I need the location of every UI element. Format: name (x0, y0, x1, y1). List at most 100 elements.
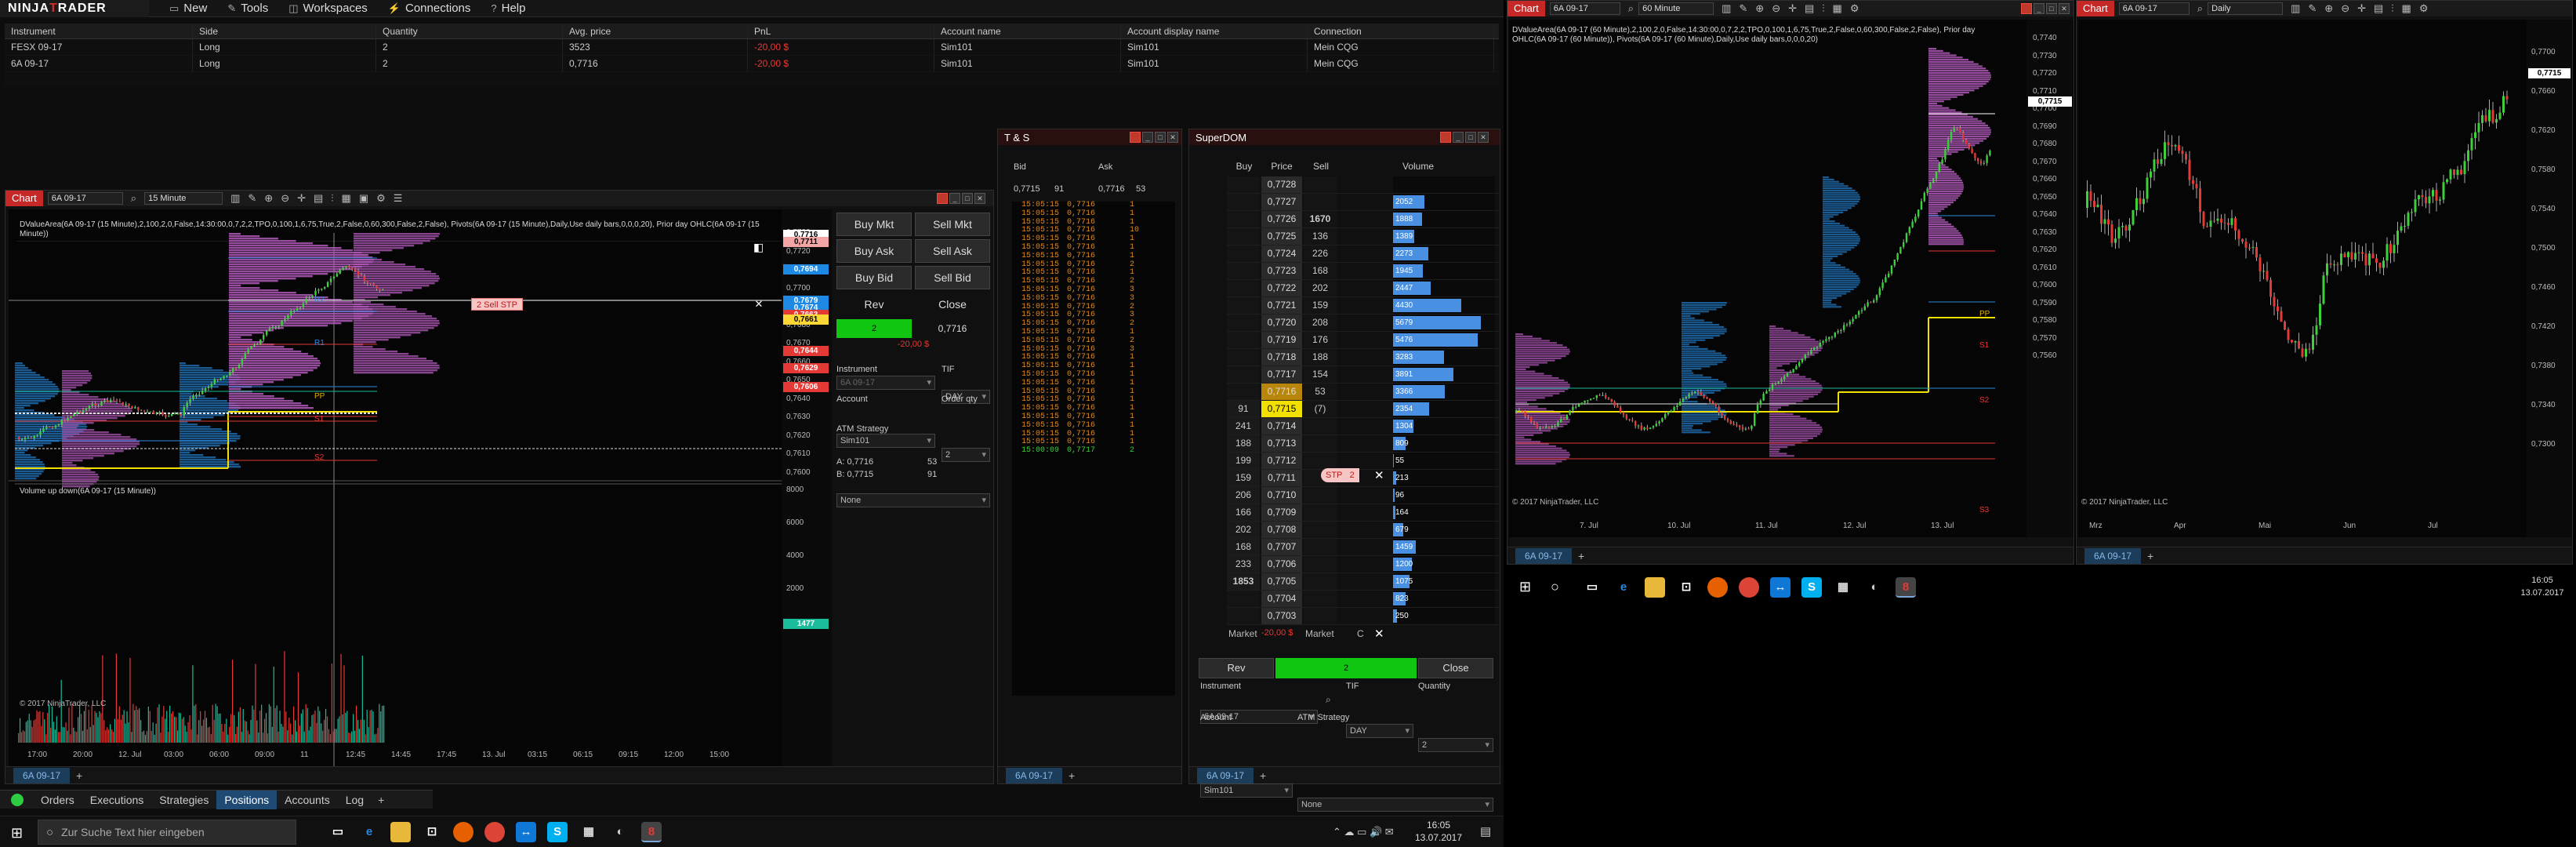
table-row[interactable]: FESX 09-17 Long 2 3523 -20,00 $ Sim101 Sim101 M… (5, 39, 1499, 56)
search-icon[interactable]: ⌕ (2197, 2, 2203, 15)
dom-tif-select[interactable]: DAY (1346, 724, 1413, 738)
buy-market-button[interactable]: Buy Mkt (836, 213, 912, 236)
dom-account-select[interactable]: Sim101 (1200, 783, 1293, 798)
dom-price-cell[interactable]: 0,7708 (1261, 522, 1302, 538)
zoom-in-icon[interactable]: ⊕ (264, 192, 273, 205)
dom-buy-cell[interactable] (1227, 349, 1260, 365)
search-icon[interactable]: ⌕ (1628, 2, 1634, 15)
dom-price-cell[interactable]: 0,7710 (1261, 487, 1302, 503)
draw-icon[interactable]: ✎ (248, 192, 256, 205)
reverse-button[interactable]: Rev (836, 293, 912, 316)
dom-sell-cell[interactable] (1304, 418, 1337, 434)
instrument-selector[interactable]: 6A 09-17 (1549, 2, 1620, 15)
window-color-icon[interactable] (1440, 132, 1451, 143)
strategies-icon[interactable]: ▦ (1833, 2, 1842, 15)
chart3-panel[interactable]: © 2017 NinjaTrader, LLC Mrz Apr Mai Jun Jul (2078, 20, 2527, 537)
dom-row[interactable]: 206 0,7710 96 (1227, 487, 1501, 504)
dom-row[interactable]: 202 0,7708 679 (1227, 522, 1501, 539)
dom-row[interactable]: 0,7718 188 3283 (1227, 349, 1501, 366)
column-header[interactable]: Connection (1308, 24, 1494, 38)
dom-sell-cell[interactable]: 188 (1304, 349, 1337, 365)
interval-selector[interactable]: Daily (2208, 2, 2284, 15)
ninjatrader-taskbar-icon[interactable]: 8 (1896, 577, 1916, 598)
bar-type-icon[interactable]: ▥ (230, 192, 240, 205)
dom-row[interactable]: 0,7724 226 2273 (1227, 245, 1501, 263)
add-tab-icon[interactable]: + (378, 794, 384, 806)
dom-row[interactable]: 0,7722 202 2447 (1227, 280, 1501, 297)
dom-sell-cell[interactable]: 202 (1304, 280, 1337, 296)
dom-sell-cell[interactable]: 136 (1304, 228, 1337, 245)
column-header[interactable]: Side (193, 24, 376, 38)
dom-price-cell[interactable]: 0,7721 (1261, 297, 1302, 314)
zoom-out-icon[interactable]: ⊖ (2341, 2, 2349, 15)
cortana-icon[interactable]: ○ (1551, 579, 1559, 595)
dom-buy-cell[interactable] (1227, 176, 1260, 193)
dom-price-cell[interactable]: 0,7709 (1261, 504, 1302, 521)
dom-row[interactable]: 0,7725 136 1389 (1227, 228, 1501, 245)
dom-row[interactable]: 0,7716 53 3366 (1227, 384, 1501, 401)
dom-atm-select[interactable]: None (1297, 798, 1493, 812)
dom-buy-cell[interactable]: 233 (1227, 556, 1260, 573)
dom-buy-cell[interactable] (1227, 591, 1260, 607)
price-axis[interactable]: 0,77300,77200,77100,77000,76900,76800,76… (782, 209, 832, 766)
tab-log[interactable]: Log (338, 791, 372, 809)
window-close-button[interactable]: ✕ (1167, 132, 1178, 143)
task-view-icon[interactable]: ▭ (1582, 577, 1602, 598)
list-icon[interactable]: ☰ (394, 192, 403, 205)
window-maximize-button[interactable]: □ (962, 193, 973, 204)
properties-icon[interactable]: ▤ (314, 192, 323, 205)
tab-accounts[interactable]: Accounts (277, 791, 338, 809)
teamviewer-icon[interactable]: ↔ (1770, 577, 1791, 598)
edge-icon[interactable]: e (359, 822, 379, 842)
dom-sell-cell[interactable]: (7) (1304, 401, 1337, 417)
menu-help[interactable]: ? Help (491, 2, 525, 15)
dom-qty-input[interactable]: 2 (1418, 738, 1493, 752)
settings-icon[interactable]: ⚙ (2419, 2, 2429, 15)
dom-price-cell[interactable]: 0,7717 (1261, 366, 1302, 383)
dom-sell-cell[interactable]: 53 (1304, 384, 1337, 400)
dom-row[interactable]: 0,7717 154 3891 (1227, 366, 1501, 384)
window-minimize-button[interactable]: _ (2034, 3, 2044, 14)
chrome-icon[interactable] (484, 822, 505, 842)
dom-sell-cell[interactable] (1304, 453, 1337, 469)
chart-panel[interactable]: DValueArea(6A 09-17 (15 Minute),2,100,2,… (9, 209, 785, 772)
taskbar-search[interactable]: ○ Zur Suche Text hier eingeben (38, 820, 296, 845)
buy-ask-button[interactable]: Buy Ask (836, 239, 912, 263)
dom-buy-cell[interactable]: 206 (1227, 487, 1260, 503)
dom-sell-cell[interactable] (1304, 194, 1337, 210)
dom-sell-cell[interactable]: 154 (1304, 366, 1337, 383)
firefox-icon[interactable] (453, 822, 473, 842)
zoom-in-icon[interactable]: ⊕ (1755, 2, 1764, 15)
file-explorer-icon[interactable] (390, 822, 411, 842)
order-qty-input[interactable]: 2 (942, 448, 990, 462)
dom-price-cell[interactable]: 0,7711 (1261, 470, 1302, 486)
sell-ask-button[interactable]: Sell Ask (915, 239, 990, 263)
dom-buy-cell[interactable]: 241 (1227, 418, 1260, 434)
dom-price-cell[interactable]: 0,7712 (1261, 453, 1302, 469)
column-header[interactable]: Quantity (376, 24, 563, 38)
dom-row[interactable]: 159 0,7711 213 (1227, 470, 1501, 487)
dom-sell-cell[interactable] (1304, 573, 1337, 590)
window-close-button[interactable]: ✕ (2059, 3, 2070, 14)
dom-buy-cell[interactable] (1227, 608, 1260, 624)
edge-icon[interactable]: e (1613, 577, 1634, 598)
dom-row[interactable]: 0,7720 208 5679 (1227, 314, 1501, 332)
dom-close-orders-icon[interactable]: ✕ (1374, 627, 1384, 641)
system-tray-icons[interactable]: ⌃ ☁ ▭ 🔊 ✉ (1333, 826, 1394, 838)
settings-icon[interactable]: ⚙ (1850, 2, 1859, 15)
dom-row[interactable]: 241 0,7714 1304 (1227, 418, 1501, 435)
crosshair-icon[interactable]: ✛ (297, 192, 306, 205)
menu-connections[interactable]: ⚡ Connections (388, 2, 471, 15)
zoom-out-icon[interactable]: ⊖ (1772, 2, 1780, 15)
properties-icon[interactable]: ▤ (1805, 2, 1814, 15)
dom-sell-cell[interactable] (1304, 487, 1337, 503)
add-tab-icon[interactable]: + (1068, 769, 1075, 782)
dom-buy-cell[interactable] (1227, 228, 1260, 245)
dom-sell-cell[interactable] (1304, 556, 1337, 573)
sell-bid-button[interactable]: Sell Bid (915, 266, 990, 289)
chart3-price-axis[interactable]: 0,7700 0,7660 0,7620 0,7580 0,7540 0,7500 0,74… (2527, 20, 2572, 537)
dom-sell-cell[interactable]: 1670 (1304, 211, 1337, 227)
dom-tab[interactable]: 6A 09-17 (1197, 767, 1254, 783)
calculator-icon[interactable]: ▦ (1833, 577, 1853, 598)
dom-sell-cell[interactable]: 208 (1304, 314, 1337, 331)
